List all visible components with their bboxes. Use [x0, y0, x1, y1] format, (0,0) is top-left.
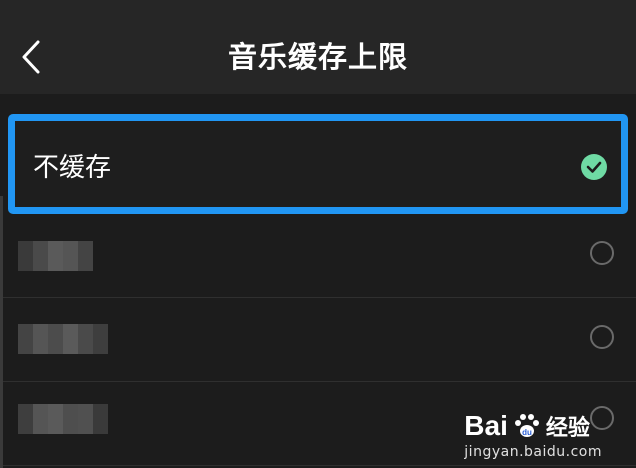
option-label: 不缓存: [33, 153, 112, 183]
page-title: 音乐缓存上限: [227, 40, 408, 74]
option-obscured-1[interactable]: [0, 214, 636, 298]
watermark-brand: Bai: [464, 410, 508, 441]
unchecked-radio-icon: [590, 325, 614, 349]
obscured-label: [18, 404, 108, 434]
option-obscured-2[interactable]: [0, 298, 636, 382]
watermark-suffix: 经验: [545, 416, 590, 441]
unchecked-radio-icon: [590, 241, 614, 265]
paw-logo-icon: du: [514, 414, 539, 437]
svg-text:du: du: [522, 428, 532, 437]
left-edge-strip: [0, 196, 3, 468]
watermark-url: jingyan.baidu.com: [464, 444, 602, 460]
screen: 音乐缓存上限 不缓存 Bai du 经验 jingyan.baidu.com: [0, 0, 636, 468]
checked-radio-icon: [581, 154, 607, 180]
watermark: Bai du 经验 jingyan.baidu.com: [464, 410, 602, 460]
obscured-label: [18, 241, 93, 271]
option-no-cache[interactable]: 不缓存: [8, 114, 628, 214]
obscured-label: [18, 324, 108, 354]
